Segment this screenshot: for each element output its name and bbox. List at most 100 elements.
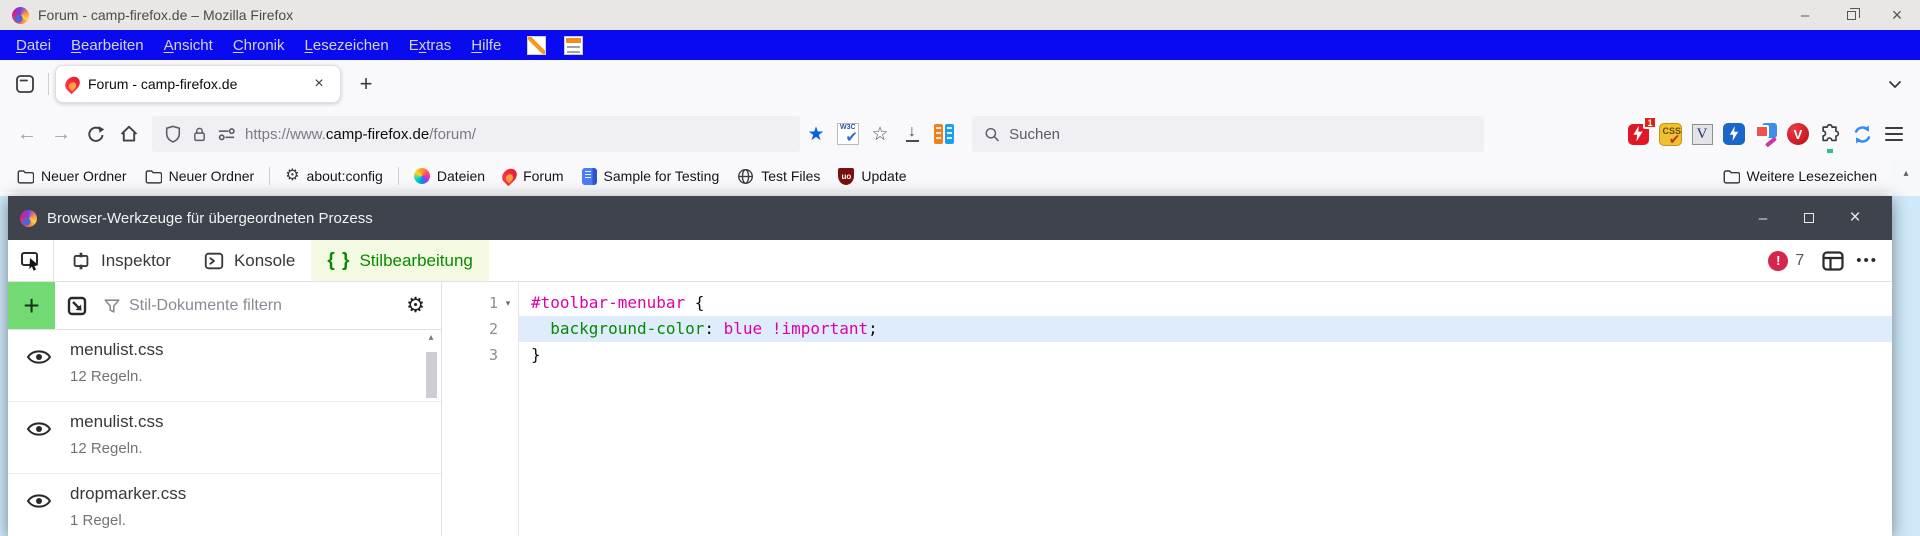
sync-extension[interactable] — [1846, 118, 1878, 150]
download-extension[interactable]: ↓ — [896, 118, 928, 150]
extensions-button[interactable] — [1814, 118, 1846, 153]
pick-element-button[interactable] — [8, 240, 54, 281]
scroll-up-arrow-icon[interactable]: ▴ — [1892, 160, 1920, 186]
performance-extension[interactable] — [1718, 118, 1750, 150]
back-button[interactable]: ← — [10, 117, 44, 151]
toggle-visibility-button[interactable] — [8, 330, 70, 401]
menu-extras[interactable]: Ex tras — [399, 30, 462, 60]
filter-funnel-icon — [104, 298, 120, 313]
bookmark-neuer-ordner-1[interactable]: Neuer Ordner — [10, 165, 134, 187]
editor-code[interactable]: #toolbar-menubar { background-color: blu… — [518, 282, 1892, 536]
menu-bearbeiten[interactable]: Bearbeiten — [61, 30, 154, 60]
stylesheet-row-menulist-1[interactable]: menulist.css 12 Regeln. — [8, 330, 441, 402]
page-behind-right-edge — [1892, 196, 1920, 536]
app-menu-button[interactable] — [1878, 118, 1910, 150]
scrollbar-thumb[interactable] — [425, 352, 437, 398]
list-all-tabs-button[interactable] — [1878, 67, 1912, 101]
tab-stilbearbeitung[interactable]: { } Stilbearbeitung — [311, 240, 489, 281]
toggle-visibility-button[interactable] — [8, 402, 70, 473]
flame-icon — [503, 168, 516, 184]
devtools-options-button[interactable]: ••• — [1856, 252, 1878, 269]
page-scrollbar[interactable]: ▴ — [1892, 160, 1920, 536]
folder-icon — [1723, 169, 1740, 184]
scroll-up-arrow-icon[interactable]: ▴ — [428, 332, 433, 348]
settings-gear-icon[interactable]: ⚙ — [406, 295, 425, 316]
firefox-view-button[interactable] — [8, 67, 42, 101]
search-bar[interactable] — [972, 116, 1484, 152]
code-line[interactable]: #toolbar-menubar { — [519, 290, 1892, 316]
import-stylesheet-button[interactable] — [55, 282, 99, 329]
reload-button[interactable] — [78, 117, 112, 151]
url-text[interactable]: https://www.camp-firefox.de/forum/ — [245, 126, 476, 143]
html-validator-extension[interactable]: V — [1686, 118, 1718, 150]
close-button[interactable]: × — [1874, 0, 1920, 30]
notes-extension-icon[interactable] — [527, 35, 547, 55]
restore-button[interactable] — [1828, 0, 1874, 30]
tab-close-button[interactable]: × — [308, 73, 330, 95]
w3c-validator-extension[interactable]: W3C ✔ — [832, 118, 864, 150]
forward-icon: → — [51, 122, 71, 145]
stylesheet-row-dropmarker[interactable]: dropmarker.css 1 Regel. — [8, 474, 441, 536]
red-v-extension[interactable]: V — [1782, 118, 1814, 150]
eye-icon — [26, 494, 52, 508]
bookmark-update[interactable]: uo Update — [831, 165, 913, 188]
tab-bar: Forum - camp-firefox.de × + — [0, 60, 1920, 108]
rate-extension[interactable]: ☆ — [864, 118, 896, 150]
devtools-close-button[interactable]: × — [1832, 201, 1878, 235]
menu-lesezeichen[interactable]: Lesezeichen — [295, 30, 399, 60]
bookmark-test-files[interactable]: Test Files — [730, 165, 827, 188]
toggle-visibility-button[interactable] — [8, 474, 70, 536]
menu-chronik[interactable]: Chronik — [223, 30, 295, 60]
stylesheet-name[interactable]: menulist.css — [70, 412, 164, 432]
style-editor-sidebar: + ⚙ — [8, 282, 442, 536]
table-extension-icon[interactable] — [564, 35, 584, 55]
css-validator-extension[interactable]: CSS ✔ — [1654, 118, 1686, 150]
new-tab-button[interactable]: + — [349, 67, 383, 101]
puzzle-icon — [1822, 123, 1840, 142]
tab-forum[interactable]: Forum - camp-firefox.de × — [55, 65, 341, 103]
red-v-icon: V — [1787, 123, 1809, 145]
reload-icon — [87, 125, 104, 142]
sidebar-scrollbar[interactable]: ▴ — [423, 332, 439, 536]
menu-hilfe[interactable]: Hilfe — [461, 30, 511, 60]
stylesheet-rules: 12 Regeln. — [70, 368, 143, 385]
stylesheet-name[interactable]: menulist.css — [70, 340, 164, 360]
eye-icon — [26, 350, 52, 364]
bookmark-sample-for-testing[interactable]: Sample for Testing — [575, 165, 727, 188]
tab-konsole[interactable]: Konsole — [187, 240, 311, 281]
minimize-button[interactable]: – — [1782, 0, 1828, 30]
more-bookmarks-button[interactable]: Weitere Lesezeichen — [1716, 165, 1884, 187]
screenshot-extension[interactable] — [1750, 118, 1782, 150]
bookmark-about-config[interactable]: ⚙ about:config — [278, 165, 390, 187]
camp-firefox-favicon — [66, 76, 79, 92]
notifier-extension[interactable]: 1 — [1622, 116, 1657, 150]
menu-datei[interactable]: Datei — [6, 30, 61, 60]
search-input[interactable] — [1009, 125, 1472, 143]
code-line[interactable]: background-color: blue !important; — [519, 316, 1892, 342]
stylesheet-name[interactable]: dropmarker.css — [70, 484, 186, 504]
split-panel-icon[interactable] — [1820, 248, 1846, 274]
stylesheet-row-menulist-2[interactable]: menulist.css 12 Regeln. — [8, 402, 441, 474]
bookmark-forum[interactable]: Forum — [496, 165, 570, 187]
colorpicker-extension[interactable] — [928, 118, 960, 150]
sync-icon — [1854, 124, 1870, 144]
tab-inspektor[interactable]: Inspektor — [54, 240, 187, 281]
bookmark-label: Forum — [523, 168, 564, 184]
color-bars-icon — [934, 124, 954, 144]
bookmark-dateien[interactable]: Dateien — [407, 165, 492, 187]
url-bar[interactable]: https://www.camp-firefox.de/forum/ — [152, 116, 800, 152]
pick-element-icon — [20, 251, 38, 271]
error-badge-icon[interactable]: ! — [1768, 250, 1789, 271]
home-button[interactable] — [112, 117, 146, 151]
chevron-down-icon — [1888, 80, 1902, 88]
code-line[interactable]: } — [519, 342, 1892, 368]
devtools-maximize-button[interactable] — [1786, 201, 1832, 235]
devtools-minimize-button[interactable]: – — [1740, 201, 1786, 235]
tab-label: Stilbearbeitung — [359, 250, 473, 270]
bookmark-neuer-ordner-2[interactable]: Neuer Ordner — [138, 165, 262, 187]
new-stylesheet-button[interactable]: + — [8, 282, 55, 329]
bookmark-star-button[interactable]: ★ — [800, 118, 832, 150]
menu-ansicht[interactable]: Ansicht — [154, 30, 223, 60]
filter-stylesheets-input[interactable] — [129, 296, 359, 315]
forward-button[interactable]: → — [44, 117, 78, 151]
